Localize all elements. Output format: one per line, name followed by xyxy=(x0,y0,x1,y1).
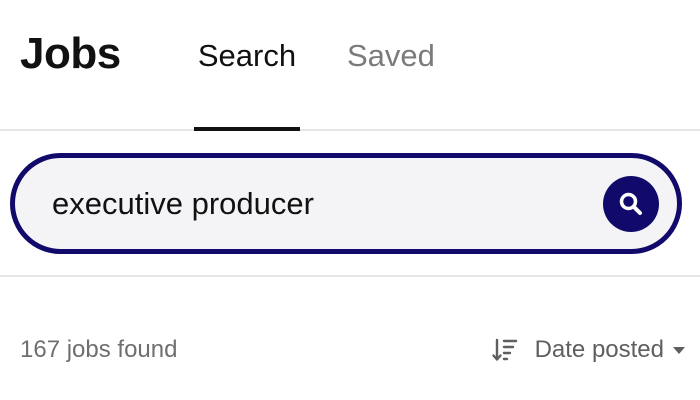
results-count: 167 jobs found xyxy=(20,336,178,363)
tab-saved-label: Saved xyxy=(347,38,435,73)
sort-descending-icon xyxy=(491,338,517,361)
caret-down-icon xyxy=(673,347,685,354)
search-input[interactable] xyxy=(52,183,592,225)
page-title: Jobs xyxy=(20,29,121,78)
search-icon xyxy=(619,192,642,215)
tab-search[interactable]: Search xyxy=(194,36,300,131)
search-button[interactable] xyxy=(603,176,659,232)
search-box xyxy=(10,153,682,254)
tab-saved[interactable]: Saved xyxy=(347,36,435,131)
jobs-page: Jobs Search Saved 167 jobs found xyxy=(0,0,700,400)
sort-dropdown[interactable]: Date posted xyxy=(491,334,686,366)
search-section xyxy=(0,131,700,277)
tab-search-label: Search xyxy=(197,38,297,73)
header: Jobs Search Saved xyxy=(0,0,700,131)
sort-selected-label: Date posted xyxy=(534,336,664,363)
